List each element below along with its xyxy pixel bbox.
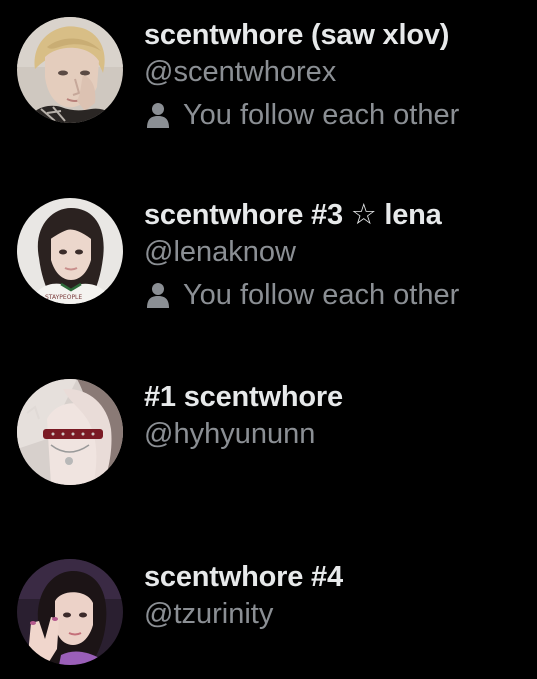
user-row-scentwhorex[interactable]: scentwhore (saw xlov) @scentwhorex You f… <box>0 17 537 137</box>
follow-status: You follow each other <box>144 97 529 133</box>
display-name: scentwhore (saw xlov) <box>144 19 450 51</box>
follow-status: You follow each other <box>144 277 529 313</box>
avatar[interactable] <box>17 379 123 485</box>
person-icon <box>147 103 169 128</box>
avatar-photo-dark-hair-person: STAYPEOPLE <box>17 198 123 304</box>
handle: @lenaknow <box>144 236 296 268</box>
user-row-tzurinity[interactable]: scentwhore #4 @tzurinity <box>0 559 537 669</box>
display-name: scentwhore #4 <box>144 561 343 593</box>
user-info: scentwhore #4 @tzurinity <box>144 559 529 632</box>
user-info: scentwhore (saw xlov) @scentwhorex You f… <box>144 17 529 133</box>
follow-status-label: You follow each other <box>183 99 460 131</box>
avatar[interactable]: STAYPEOPLE <box>17 198 123 304</box>
follow-status-label: You follow each other <box>183 279 460 311</box>
user-row-lenaknow[interactable]: STAYPEOPLE scentwhore #3 ☆ lena @lenakno… <box>0 197 537 317</box>
avatar-photo-choker-person <box>17 379 123 485</box>
avatar[interactable] <box>17 17 123 123</box>
display-name: #1 scentwhore <box>144 381 343 413</box>
avatar-photo-peace-sign-person <box>17 559 123 665</box>
user-row-hyhyununn[interactable]: #1 scentwhore @hyhyununn <box>0 379 537 489</box>
user-info: #1 scentwhore @hyhyununn <box>144 379 529 452</box>
person-icon <box>147 283 169 308</box>
handle: @scentwhorex <box>144 56 337 88</box>
handle: @hyhyununn <box>144 418 316 450</box>
user-info: scentwhore #3 ☆ lena @lenaknow You follo… <box>144 197 529 313</box>
handle: @tzurinity <box>144 598 274 630</box>
avatar[interactable] <box>17 559 123 665</box>
svg-text:STAYPEOPLE: STAYPEOPLE <box>45 294 82 301</box>
display-name: scentwhore #3 ☆ lena <box>144 199 442 231</box>
avatar-photo-blonde-person <box>17 17 123 123</box>
